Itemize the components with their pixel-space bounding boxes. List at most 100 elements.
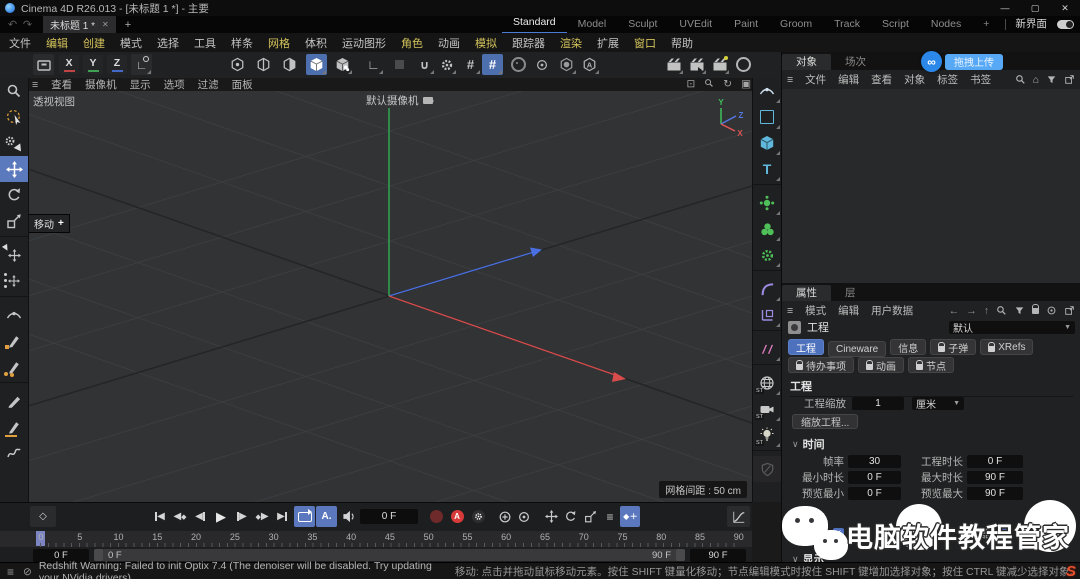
record-scale-box-icon[interactable] (580, 506, 600, 527)
minimize-button[interactable]: — (990, 0, 1020, 16)
layout-tab-sculpt[interactable]: Sculpt (617, 16, 668, 33)
maximize-button[interactable]: ▢ (1020, 0, 1050, 16)
loop-mode-button[interactable] (294, 506, 315, 527)
edges-mode-icon[interactable] (253, 54, 274, 75)
om-menu-file[interactable]: 文件 (805, 72, 826, 87)
am-target-icon[interactable] (1046, 305, 1057, 316)
pla-record-button[interactable]: ◆ ✕ (620, 506, 640, 527)
time-section-header[interactable]: ∨ 时间 (792, 436, 825, 452)
menu-window[interactable]: 窗口 (634, 35, 656, 51)
om-menu-objects[interactable]: 对象 (904, 72, 925, 87)
am-detach-icon[interactable] (1064, 305, 1075, 316)
workplane-lock-icon[interactable] (389, 54, 410, 75)
tab-layers[interactable]: 层 (831, 285, 870, 301)
sound-button[interactable] (339, 506, 359, 527)
record-rotation-icon[interactable] (560, 506, 580, 527)
workplane-icon[interactable]: ∟ (363, 54, 384, 75)
menu-tools[interactable]: 工具 (194, 35, 216, 51)
exec-section-header[interactable]: ∨ 执行 (792, 510, 825, 526)
snap-settings-icon[interactable] (436, 54, 457, 75)
am-lock-icon[interactable] (1032, 303, 1039, 317)
quantize-grid-icon[interactable]: # (482, 54, 503, 75)
next-frame-button[interactable]: ▶ (232, 506, 252, 527)
chip-todo[interactable]: 待办事项 (788, 357, 854, 373)
menu-help[interactable]: 帮助 (671, 35, 693, 51)
min-time-field[interactable]: 0 F (848, 470, 901, 484)
menu-render[interactable]: 渲染 (560, 35, 582, 51)
soft-selection-icon[interactable] (508, 54, 529, 75)
layout-tab-uvedit[interactable]: UVEdit (668, 16, 723, 33)
upload-button[interactable]: 拖拽上传 (945, 53, 1003, 70)
layout-tab-script[interactable]: Script (871, 16, 920, 33)
spline-primitive-icon[interactable] (753, 104, 781, 130)
document-tab[interactable]: 未标题 1 * ✕ (43, 16, 116, 33)
axis-lock-y-button[interactable]: Y (83, 55, 103, 74)
play-button[interactable]: ▶ (211, 506, 231, 527)
record-position-icon[interactable] (495, 506, 515, 527)
vp-menu-options[interactable]: 选项 (164, 77, 185, 92)
layout-tab-track[interactable]: Track (823, 16, 871, 33)
chip-project[interactable]: 工程 (788, 339, 824, 355)
vp-menu-panel[interactable]: 面板 (232, 77, 253, 92)
light-object-icon[interactable]: ST (753, 422, 781, 448)
menu-mesh[interactable]: 网格 (268, 35, 290, 51)
render-picture-viewer-icon[interactable] (686, 54, 707, 75)
keyframe-diamond-button[interactable]: ◇ (30, 506, 56, 527)
exec-check3-box[interactable]: ✓ (998, 528, 1010, 539)
vp-menu-view[interactable]: 查看 (51, 77, 72, 92)
layout-tab-nodes[interactable]: Nodes (920, 16, 972, 33)
quantize-button[interactable]: A. (316, 506, 337, 527)
chip-bullet[interactable]: 子弹 (930, 339, 977, 355)
rotate-tool-icon[interactable] (0, 182, 28, 208)
fcurve-icon[interactable] (727, 506, 750, 527)
am-search-icon[interactable] (996, 305, 1007, 316)
preview-max-field[interactable]: 90 F (967, 486, 1023, 500)
viewport-hamburger-icon[interactable]: ≡ (32, 79, 38, 91)
vp-menu-display[interactable]: 显示 (130, 77, 151, 92)
tab-takes[interactable]: 场次 (831, 54, 880, 70)
points-mode-icon[interactable] (227, 54, 248, 75)
history-box-icon[interactable] (33, 54, 54, 75)
chip-cineware[interactable]: Cineware (828, 341, 887, 357)
menu-create[interactable]: 创建 (83, 35, 105, 51)
om-search-icon[interactable] (1015, 74, 1026, 85)
am-hamburger-icon[interactable]: ≡ (787, 305, 793, 317)
new-interface-label[interactable]: 新界面 (1011, 16, 1051, 33)
unit-dropdown[interactable]: 厘米 ▼ (912, 397, 964, 411)
live-selection-icon[interactable] (0, 104, 28, 130)
goto-start-button[interactable]: ◀ (150, 506, 170, 527)
om-menu-edit[interactable]: 编辑 (838, 72, 859, 87)
text-object-icon[interactable]: T (753, 156, 781, 182)
preset-dropdown[interactable]: 默认 ▼ (949, 320, 1075, 335)
polygons-mode-icon[interactable] (279, 54, 300, 75)
range-end-field[interactable]: 90 F (690, 549, 746, 562)
material-manager-icon[interactable] (733, 54, 754, 75)
axis-move-tool-icon[interactable] (0, 242, 28, 268)
viewport-solo-icon[interactable] (556, 54, 577, 75)
preview-min-field[interactable]: 0 F (848, 486, 901, 500)
menu-edit[interactable]: 编辑 (46, 35, 68, 51)
viewport[interactable]: 透视视图 默认摄像机 Y Z X 移动 + 网格间距 : 50 cm (28, 91, 752, 502)
solo-auto-icon[interactable]: A (579, 54, 600, 75)
scale-field[interactable]: 1 (852, 397, 904, 410)
axis-scale-tool-icon[interactable] (0, 268, 28, 294)
menu-simulate[interactable]: 模拟 (475, 35, 497, 51)
move-tool-icon[interactable] (0, 156, 28, 182)
render-view-icon[interactable] (663, 54, 684, 75)
menu-select[interactable]: 选择 (157, 35, 179, 51)
am-menu-edit[interactable]: 编辑 (838, 303, 859, 318)
menu-file[interactable]: 文件 (9, 35, 31, 51)
subdivision-surface-icon[interactable] (753, 190, 781, 216)
scale-tool-icon[interactable] (0, 208, 28, 234)
new-document-button[interactable]: + (125, 19, 131, 31)
am-forward-icon[interactable]: → (966, 305, 977, 317)
layout-tab-standard[interactable]: Standard (502, 15, 567, 34)
interface-toggle[interactable] (1056, 20, 1074, 29)
tab-attributes[interactable]: 属性 (782, 285, 831, 301)
exec-check2-box[interactable]: ✓ (920, 528, 931, 539)
camera-object-icon[interactable]: ST (753, 396, 781, 422)
prev-key-button[interactable]: ◀ ◆ (170, 506, 190, 527)
current-frame-field[interactable]: 0 F (360, 509, 418, 524)
close-button[interactable]: ✕ (1050, 0, 1080, 16)
zoom-tool-icon[interactable] (0, 78, 28, 104)
